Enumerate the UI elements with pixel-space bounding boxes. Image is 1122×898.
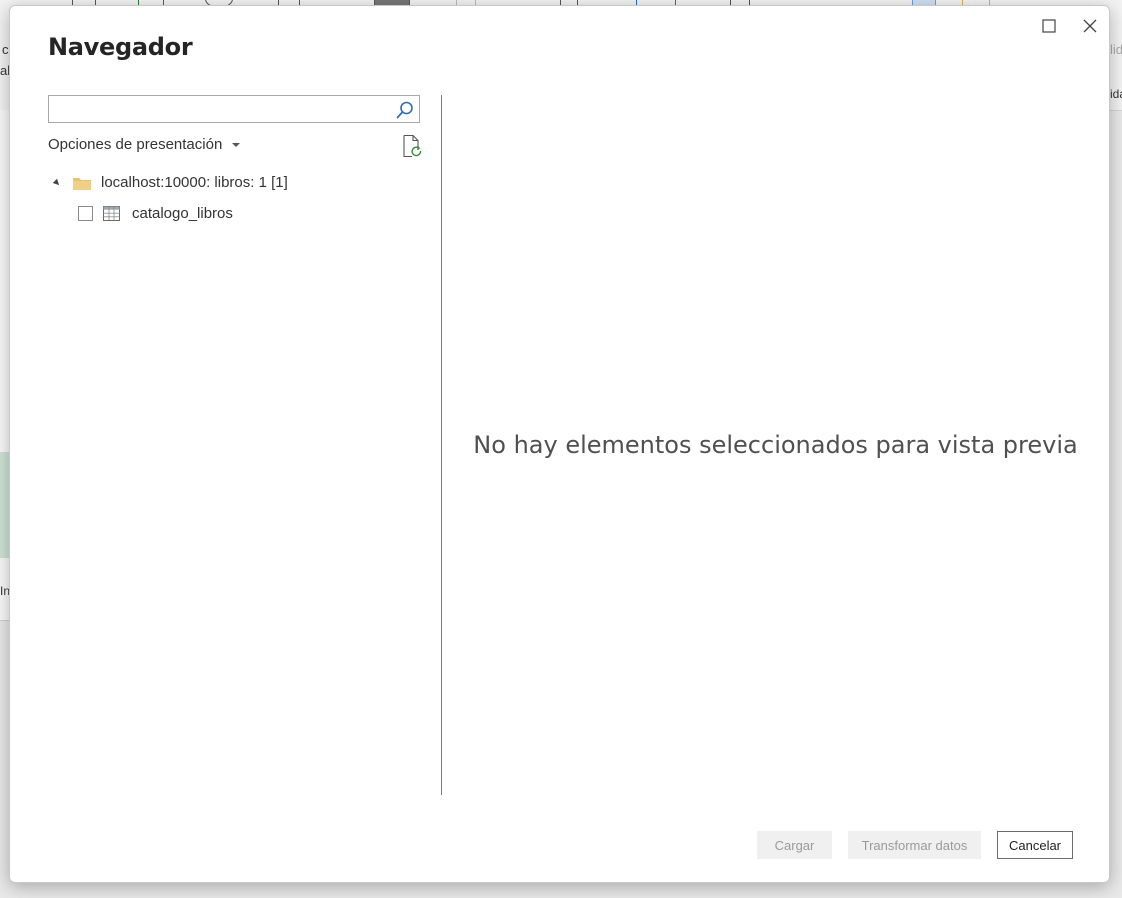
refresh-icon[interactable] <box>401 134 423 158</box>
bg-fragment: c <box>2 42 9 57</box>
bg-fragment: ida <box>1110 87 1122 101</box>
dialog-title: Navegador <box>48 33 193 61</box>
table-checkbox[interactable] <box>78 206 93 221</box>
navigator-dialog: Navegador Opciones de presentación local… <box>9 5 1110 883</box>
tree-item-table[interactable]: catalogo_libros <box>78 205 233 222</box>
search-box[interactable] <box>48 95 420 123</box>
display-options-label: Opciones de presentación <box>48 136 223 153</box>
tree-item-label: catalogo_libros <box>132 205 233 222</box>
table-icon <box>103 206 120 221</box>
close-icon <box>1083 19 1097 33</box>
tree-root-item[interactable]: localhost:10000: libros: 1 [1] <box>52 174 288 191</box>
search-input[interactable] <box>49 96 401 122</box>
folder-icon <box>73 177 91 190</box>
cancel-button[interactable]: Cancelar <box>997 831 1073 859</box>
chevron-down-icon <box>232 142 241 147</box>
close-button[interactable] <box>1076 14 1104 38</box>
expander-icon[interactable] <box>52 178 62 187</box>
preview-placeholder: No hay elementos seleccionados para vist… <box>473 431 1078 459</box>
tree-root-label: localhost:10000: libros: 1 [1] <box>101 174 288 191</box>
transform-data-button[interactable]: Transformar datos <box>848 831 981 859</box>
load-button[interactable]: Cargar <box>757 831 832 859</box>
maximize-icon <box>1042 19 1056 33</box>
maximize-button[interactable] <box>1035 14 1063 38</box>
bg-fragment: lid <box>1110 42 1122 57</box>
display-options-dropdown[interactable]: Opciones de presentación <box>48 136 241 153</box>
search-icon[interactable] <box>395 100 415 120</box>
background-highlight <box>0 452 9 558</box>
